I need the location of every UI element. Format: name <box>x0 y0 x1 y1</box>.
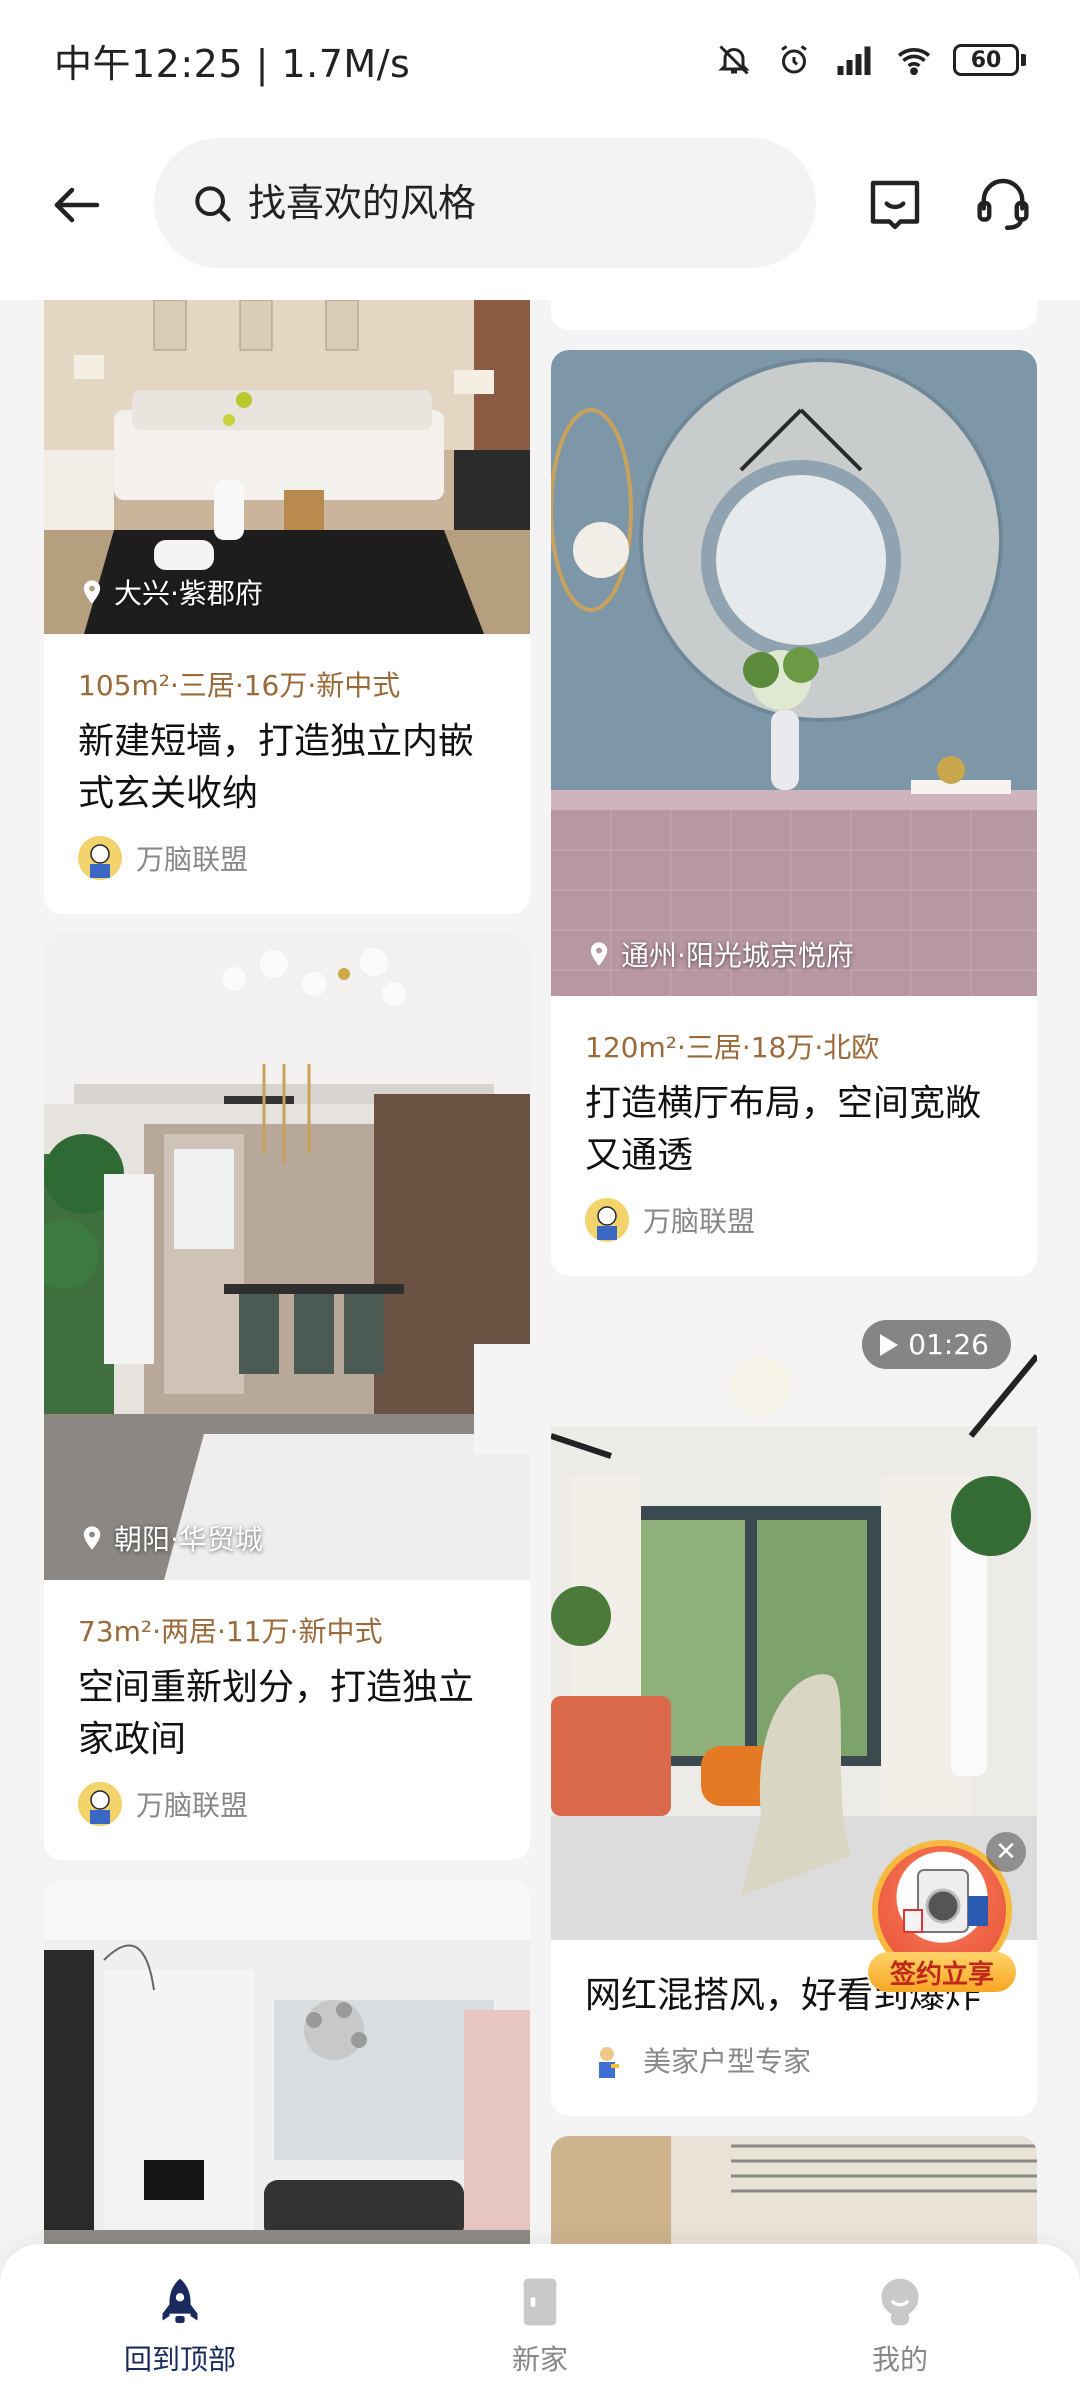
case-card[interactable]: 大兴·紫郡府 105m²·三居·16万·新中式 新建短墙，打造独立内嵌式玄关收纳… <box>44 300 530 914</box>
customer-service-button[interactable] <box>970 170 1036 236</box>
author-name: 万脑联盟 <box>136 1789 249 1822</box>
search-icon <box>195 186 231 222</box>
case-title: 空间重新划分，打造独立家政间 <box>78 1667 475 1760</box>
status-time: 中午12:25 | 1.7M/s <box>54 41 411 86</box>
alarm-icon <box>773 39 815 81</box>
case-title: 打造横厅布局，空间宽敞又通透 <box>585 1083 982 1176</box>
nav-back-to-top[interactable]: 回到顶部 <box>0 2244 360 2400</box>
case-photo <box>44 1880 530 2244</box>
location-tag: 通州·阳光城京悦府 <box>585 934 854 974</box>
case-meta: 105m²·三居·16万·新中式 <box>78 669 401 702</box>
case-author[interactable]: 美家户型专家 <box>585 2038 1003 2082</box>
nav-label: 我的 <box>871 2343 928 2376</box>
nav-new-home[interactable]: 新家 <box>360 2244 720 2400</box>
battery-icon: 60 <box>953 44 1026 76</box>
case-card[interactable] <box>551 300 1037 330</box>
case-meta: 73m²·两居·11万·新中式 <box>78 1615 383 1648</box>
profile-icon <box>872 2274 928 2330</box>
case-author[interactable]: 万脑联盟 <box>585 1198 1003 1242</box>
search-bar[interactable] <box>154 138 816 268</box>
avatar <box>585 2038 629 2082</box>
headset-icon <box>977 178 1029 230</box>
play-icon <box>880 1333 899 1356</box>
avatar <box>78 836 122 880</box>
location-pin-icon <box>83 1526 101 1550</box>
signal-icon <box>833 39 875 81</box>
author-name: 美家户型专家 <box>643 2045 812 2078</box>
case-photo: 朝阳·华贸城 <box>44 934 530 1580</box>
video-duration: 01:26 <box>862 1320 1011 1369</box>
promo-widget[interactable]: 签约立享 ✕ <box>868 1832 1026 2000</box>
nav-profile[interactable]: 我的 <box>720 2244 1080 2400</box>
nav-label: 新家 <box>511 2343 568 2376</box>
location-pin-icon <box>590 942 608 966</box>
case-meta: 120m²·三居·18万·北欧 <box>585 1031 880 1064</box>
location-pin-icon <box>83 580 101 604</box>
case-author[interactable]: 万脑联盟 <box>78 1782 496 1826</box>
mute-bell-icon <box>713 39 755 81</box>
case-card[interactable] <box>44 1880 530 2244</box>
author-name: 万脑联盟 <box>136 843 249 876</box>
case-photo: 大兴·紫郡府 <box>44 300 530 634</box>
rocket-icon <box>152 2274 208 2330</box>
arrow-left-icon <box>54 187 100 223</box>
case-title: 新建短墙，打造独立内嵌式玄关收纳 <box>78 721 475 814</box>
wifi-icon <box>893 39 935 81</box>
nav-label: 回到顶部 <box>123 2343 236 2376</box>
location-tag: 朝阳·华贸城 <box>78 1518 263 1558</box>
close-icon[interactable]: ✕ <box>986 1832 1026 1872</box>
message-button[interactable] <box>862 172 928 238</box>
search-input[interactable] <box>248 181 788 225</box>
case-photo <box>551 2136 1037 2244</box>
case-card[interactable]: 通州·阳光城京悦府 120m²·三居·18万·北欧 打造横厅布局，空间宽敞又通透… <box>551 350 1037 1276</box>
door-icon <box>512 2274 568 2330</box>
back-button[interactable] <box>44 172 110 238</box>
message-icon <box>870 180 920 230</box>
header <box>0 120 1080 300</box>
feed-column-left: 大兴·紫郡府 105m²·三居·16万·新中式 新建短墙，打造独立内嵌式玄关收纳… <box>44 300 530 2244</box>
location-tag: 大兴·紫郡府 <box>78 572 263 612</box>
bottom-nav: 回到顶部 新家 我的 <box>0 2244 1080 2400</box>
case-card[interactable]: 朝阳·华贸城 73m²·两居·11万·新中式 空间重新划分，打造独立家政间 万脑… <box>44 934 530 1860</box>
avatar <box>78 1782 122 1826</box>
case-card[interactable] <box>551 2136 1037 2244</box>
promo-label: 签约立享 <box>868 1952 1016 1992</box>
status-icons: 60 <box>713 39 1026 81</box>
case-author[interactable]: 万脑联盟 <box>78 836 496 880</box>
status-bar: 中午12:25 | 1.7M/s 60 <box>0 0 1080 120</box>
author-name: 万脑联盟 <box>643 1205 756 1238</box>
case-photo: 通州·阳光城京悦府 <box>551 350 1037 996</box>
avatar <box>585 1198 629 1242</box>
